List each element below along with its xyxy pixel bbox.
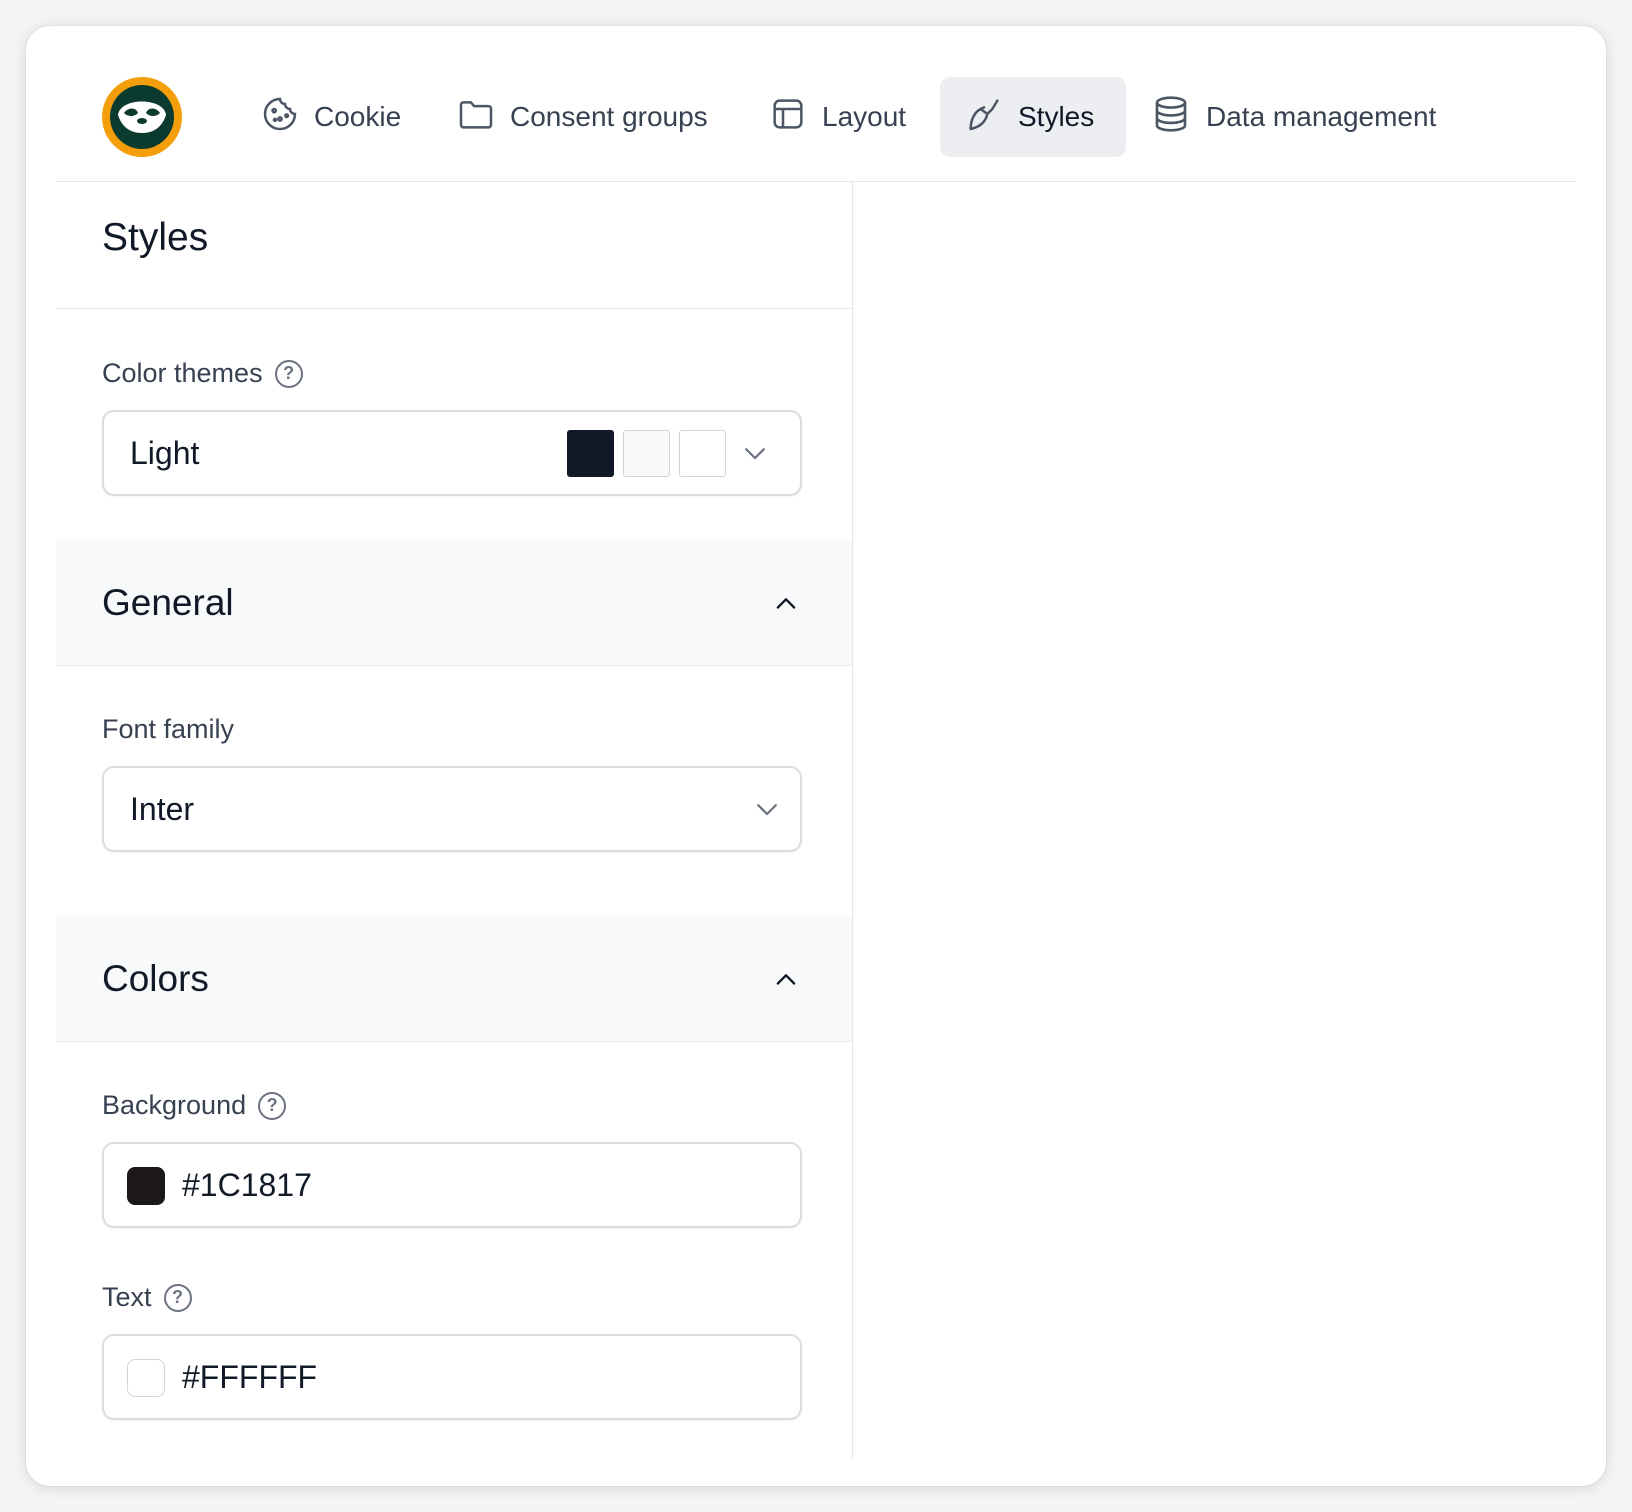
app-window: Cookie Consent groups Layout Styles Data… bbox=[26, 26, 1606, 1486]
text-color-field[interactable]: #FFFFFF bbox=[102, 1334, 802, 1420]
page-title: Styles bbox=[102, 216, 209, 259]
help-icon[interactable]: ? bbox=[258, 1091, 287, 1120]
theme-swatch-light-gray bbox=[623, 430, 670, 477]
color-themes-label-text: Color themes bbox=[102, 358, 263, 388]
layout-icon bbox=[768, 94, 808, 141]
theme-swatch-white bbox=[679, 430, 726, 477]
general-section-title: General bbox=[102, 582, 234, 623]
color-theme-select[interactable]: Light bbox=[102, 410, 802, 496]
theme-swatch-dark bbox=[567, 430, 614, 477]
color-themes-label: Color themes ? bbox=[102, 358, 303, 389]
theme-swatches bbox=[567, 430, 726, 477]
divider bbox=[56, 308, 852, 309]
brush-icon bbox=[964, 94, 1004, 141]
background-color-value: #1C1817 bbox=[182, 1167, 312, 1203]
chevron-up-icon bbox=[772, 590, 800, 623]
colors-section-header[interactable]: Colors bbox=[56, 916, 852, 1042]
preview-area bbox=[854, 182, 1576, 1458]
background-color-swatch[interactable] bbox=[127, 1167, 165, 1205]
font-family-label: Font family bbox=[102, 714, 235, 744]
help-icon[interactable]: ? bbox=[163, 1283, 192, 1312]
nav-item-layout[interactable]: Layout bbox=[744, 77, 930, 157]
nav-item-consent-groups[interactable]: Consent groups bbox=[432, 77, 732, 157]
background-color-field[interactable]: #1C1817 bbox=[102, 1142, 802, 1228]
text-color-swatch[interactable] bbox=[127, 1359, 165, 1397]
chevron-down-icon bbox=[740, 438, 770, 473]
nav-item-label: Data management bbox=[1206, 101, 1437, 132]
styles-panel: Styles Color themes ? Light General Font… bbox=[56, 182, 853, 1458]
colors-section-title: Colors bbox=[102, 958, 209, 999]
font-family-select[interactable]: Inter bbox=[102, 766, 802, 852]
folder-icon bbox=[456, 94, 496, 141]
color-theme-value: Light bbox=[130, 435, 200, 471]
cookie-icon bbox=[260, 94, 300, 141]
nav-item-data-management[interactable]: Data management bbox=[1126, 77, 1460, 157]
general-section-header[interactable]: General bbox=[56, 540, 852, 666]
font-family-value: Inter bbox=[130, 791, 195, 827]
text-color-value: #FFFFFF bbox=[182, 1359, 318, 1395]
sloth-logo-icon[interactable] bbox=[102, 77, 182, 157]
chevron-down-icon bbox=[752, 794, 782, 829]
background-label: Background ? bbox=[102, 1090, 287, 1121]
nav-item-label: Consent groups bbox=[510, 101, 708, 132]
nav-item-styles[interactable]: Styles bbox=[940, 77, 1126, 157]
background-label-text: Background bbox=[102, 1090, 247, 1120]
database-icon bbox=[1150, 93, 1192, 142]
nav-item-label: Cookie bbox=[314, 101, 402, 132]
nav-item-cookie[interactable]: Cookie bbox=[236, 77, 425, 157]
help-icon[interactable]: ? bbox=[274, 359, 303, 388]
text-color-label-text: Text bbox=[102, 1282, 152, 1312]
top-navbar: Cookie Consent groups Layout Styles Data… bbox=[56, 26, 1576, 182]
text-color-label: Text ? bbox=[102, 1282, 192, 1313]
chevron-up-icon bbox=[772, 966, 800, 999]
nav-item-label: Layout bbox=[822, 101, 907, 132]
nav-item-label: Styles bbox=[1018, 101, 1095, 132]
